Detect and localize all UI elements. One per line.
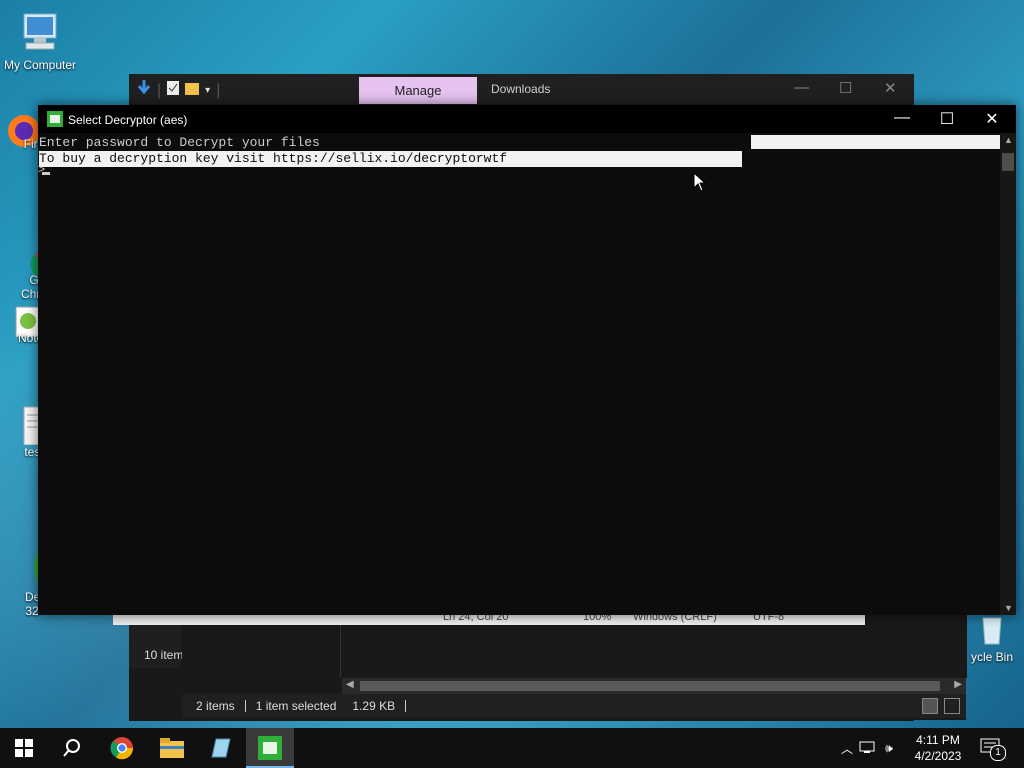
selection-highlight — [751, 135, 1000, 149]
console-window[interactable]: Select Decryptor (aes) — ☐ ✕ Enter passw… — [38, 105, 1016, 615]
console-title: Select Decryptor (aes) — [68, 113, 188, 127]
mouse-pointer-icon — [693, 171, 707, 197]
tab-manage[interactable]: Manage — [359, 77, 477, 104]
console-line-selected: To buy a decryption key visit https://se… — [39, 151, 742, 167]
recycle-bin-icon — [977, 612, 1007, 646]
clock-date: 4/2/2023 — [914, 749, 962, 763]
minimize-button[interactable]: — — [794, 79, 809, 96]
system-tray: ︿ 🕪 — [838, 728, 900, 768]
window-title: Downloads — [491, 82, 551, 96]
new-folder-icon[interactable] — [185, 81, 200, 100]
details-view-icon[interactable] — [922, 698, 938, 714]
close-button[interactable]: ✕ — [977, 109, 1007, 129]
minimize-button[interactable]: — — [887, 109, 917, 127]
text-file-icon — [2, 405, 43, 446]
search-icon — [63, 739, 80, 757]
start-button[interactable] — [0, 728, 48, 768]
console-line: Enter password to Decrypt your files — [39, 135, 320, 150]
status-selected: 1 item selected — [255, 699, 337, 713]
status-bar: 2 items 1 item selected 1.29 KB — [182, 694, 966, 718]
taskbar-chrome[interactable] — [98, 728, 146, 768]
scroll-left-icon[interactable]: ◀ — [346, 679, 354, 690]
windows-icon — [15, 739, 33, 757]
download-arrow-icon[interactable] — [137, 80, 151, 101]
item-count: 10 item — [144, 648, 184, 662]
decryptor-app-icon — [47, 111, 63, 127]
close-button[interactable]: ✕ — [884, 79, 897, 97]
scrollbar-thumb[interactable] — [360, 681, 940, 691]
chrome-icon — [2, 233, 65, 282]
taskbar-decryptor[interactable] — [246, 728, 294, 768]
taskbar: ︿ 🕪 4:11 PM 4/2/2023 1 — [0, 728, 1024, 768]
large-icons-view-icon[interactable] — [944, 698, 960, 714]
quick-access-toolbar: | ▾ | — [137, 80, 220, 101]
desktop-icon-my-computer[interactable]: My Computer — [0, 10, 80, 72]
taskbar-file-explorer[interactable] — [148, 728, 196, 768]
taskbar-clock[interactable]: 4:11 PM 4/2/2023 — [905, 732, 971, 764]
scroll-right-icon[interactable]: ▶ — [954, 679, 962, 690]
status-items: 2 items — [182, 700, 246, 712]
notepad-icon — [211, 738, 231, 758]
scrollbar-thumb[interactable] — [1002, 153, 1014, 171]
computer-icon — [18, 10, 62, 54]
search-button[interactable] — [48, 728, 96, 768]
properties-icon[interactable] — [167, 81, 180, 100]
taskbar-notepad[interactable] — [197, 728, 245, 768]
decryptor-app-icon — [0, 528, 67, 591]
notification-badge: 1 — [990, 745, 1006, 761]
volume-icon[interactable]: 🕪 — [878, 741, 900, 756]
clock-time: 4:11 PM — [916, 733, 960, 747]
explorer-titlebar[interactable]: | ▾ | Manage Downloads — ☐ ✕ — [129, 74, 914, 104]
scroll-down-icon[interactable]: ▼ — [1004, 603, 1013, 613]
desktop-icon-label: ycle Bin — [970, 650, 1014, 664]
chevron-up-icon[interactable]: ︿ — [838, 740, 856, 757]
folder-icon — [160, 738, 184, 758]
decryptor-app-icon — [258, 736, 282, 760]
desktop-icon-recycle-bin[interactable]: ycle Bin — [960, 612, 1024, 664]
vertical-scrollbar[interactable]: ▲ ▼ — [1000, 133, 1016, 615]
explorer-content-window[interactable]: ◀ ▶ 2 items 1 item selected 1.29 KB — [182, 612, 967, 720]
console-output[interactable]: Enter password to Decrypt your files To … — [38, 133, 1000, 615]
desktop-icon-label: My Computer — [3, 58, 77, 72]
maximize-button[interactable]: ☐ — [932, 109, 962, 129]
text-cursor — [42, 172, 50, 175]
chevron-down-icon[interactable]: ▾ — [205, 85, 210, 96]
scroll-up-icon[interactable]: ▲ — [1004, 135, 1013, 145]
chrome-icon — [110, 737, 134, 760]
network-icon[interactable] — [856, 740, 878, 757]
maximize-button[interactable]: ☐ — [839, 79, 852, 97]
horizontal-scrollbar[interactable]: ◀ ▶ — [342, 678, 966, 694]
notification-center-button[interactable]: 1 — [980, 738, 1008, 761]
console-titlebar[interactable]: Select Decryptor (aes) — ☐ ✕ — [38, 105, 1016, 133]
view-buttons — [922, 698, 960, 714]
status-size: 1.29 KB — [342, 700, 407, 712]
desktop: My Computer Fire Goo Chro Notep test Dec… — [0, 0, 1024, 728]
